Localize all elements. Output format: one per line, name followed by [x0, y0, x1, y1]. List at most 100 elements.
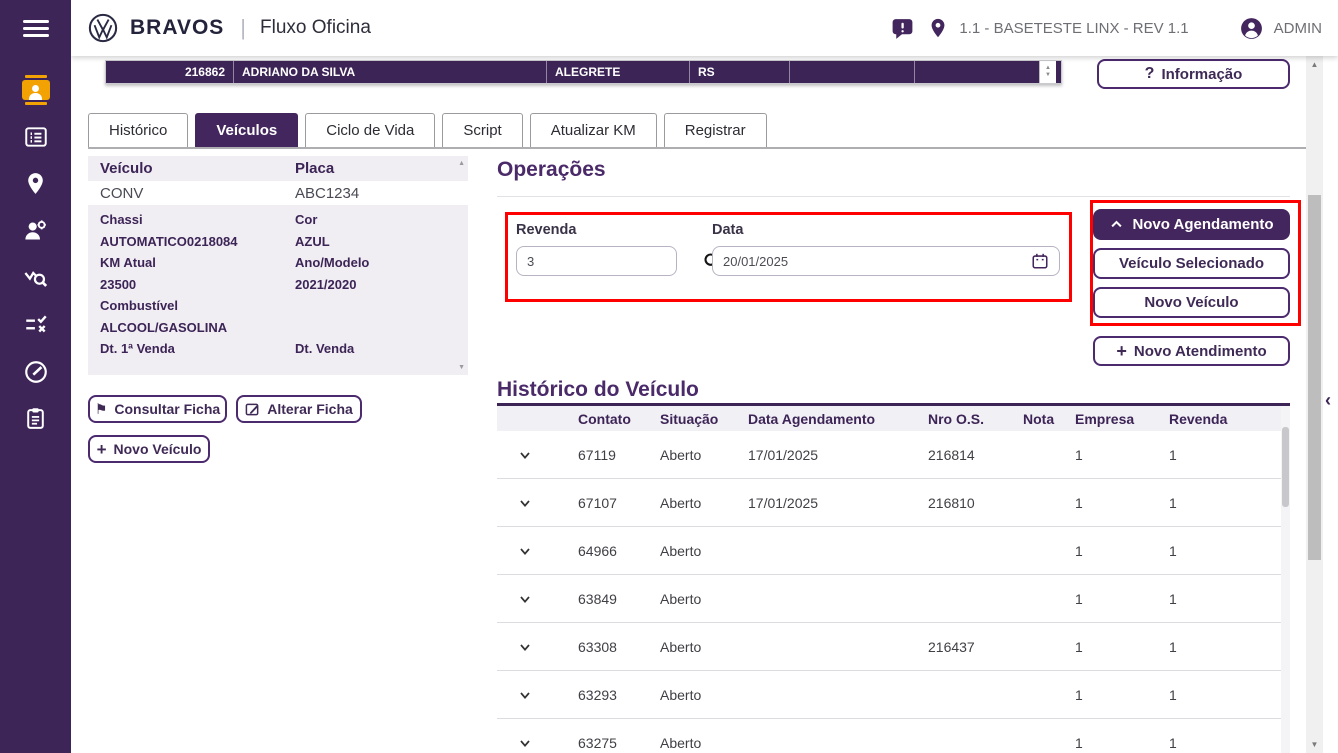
- tab-registrar[interactable]: Registrar: [663, 113, 767, 147]
- tab-bar: Histórico Veículos Ciclo de Vida Script …: [88, 113, 767, 147]
- user-menu[interactable]: ADMIN: [1239, 16, 1322, 41]
- page-scrollbar[interactable]: ▲ ▼: [1306, 56, 1323, 753]
- user-icon: [1240, 17, 1262, 39]
- chevron-down-icon: [520, 643, 530, 651]
- location-selector[interactable]: 1.1 - BASETESTE LINX - REV 1.1: [927, 17, 1189, 39]
- expand-row-button[interactable]: [497, 687, 578, 703]
- customer-empty-1: [789, 61, 914, 83]
- menu-button[interactable]: [0, 0, 71, 56]
- sidebar-item-tasks[interactable]: [0, 301, 71, 348]
- expand-row-button[interactable]: [497, 735, 578, 751]
- app-brand: BRAVOS: [130, 16, 225, 39]
- placa-col-header: Placa: [295, 160, 335, 177]
- record-spinner[interactable]: ▲ ▼: [1039, 61, 1056, 83]
- tab-underline: [88, 147, 1312, 149]
- calendar-icon[interactable]: [1031, 252, 1049, 270]
- tab-ciclo-de-vida[interactable]: Ciclo de Vida: [305, 113, 436, 147]
- spinner-up-icon: ▲: [1045, 65, 1051, 71]
- data-input[interactable]: [723, 253, 1031, 269]
- history-row[interactable]: 63275 Aberto 1 1: [497, 719, 1290, 753]
- user-name: ADMIN: [1273, 19, 1322, 37]
- history-row[interactable]: 64966 Aberto 1 1: [497, 527, 1290, 575]
- gauge-icon: [24, 360, 47, 383]
- col-revenda: Revenda: [1169, 410, 1228, 427]
- sidebar-item-dashboard[interactable]: [0, 348, 71, 395]
- novo-veiculo-left-button[interactable]: + Novo Veículo: [88, 435, 210, 463]
- customer-city: ALEGRETE: [546, 61, 689, 83]
- chevron-down-icon: [520, 691, 530, 699]
- history-header-row: Contato Situação Data Agendamento Nro O.…: [497, 406, 1290, 431]
- chevron-down-icon: [520, 739, 530, 747]
- revenda-field: [516, 246, 720, 276]
- revenda-input[interactable]: [527, 253, 703, 269]
- chart-search-icon: [24, 271, 48, 287]
- expand-row-button[interactable]: [497, 639, 578, 655]
- flag-icon: ⚑: [94, 401, 108, 417]
- expand-row-button[interactable]: [497, 543, 578, 559]
- tab-atualizar-km[interactable]: Atualizar KM: [529, 113, 657, 147]
- col-situacao: Situação: [660, 410, 719, 427]
- novo-veiculo-right-button[interactable]: Novo Veículo: [1093, 287, 1290, 318]
- expand-row-button[interactable]: [497, 447, 578, 463]
- customer-state: RS: [689, 61, 789, 83]
- sidebar-item-worker[interactable]: [0, 207, 71, 254]
- vehicle-field-row: AUTOMATICO0218084 AZUL: [100, 233, 330, 249]
- table-scrollbar-thumb[interactable]: [1282, 427, 1289, 507]
- operations-title: Operações: [497, 158, 606, 181]
- novo-agendamento-button[interactable]: Novo Agendamento: [1093, 209, 1290, 240]
- sidebar-item-analytics[interactable]: [0, 254, 71, 301]
- history-row[interactable]: 63849 Aberto 1 1: [497, 575, 1290, 623]
- tab-script[interactable]: Script: [442, 113, 523, 147]
- contact-card-icon: [21, 74, 50, 105]
- vehicle-field-row: ALCOOL/GASOLINA: [100, 319, 228, 335]
- novo-atendimento-button[interactable]: + Novo Atendimento: [1093, 336, 1290, 366]
- chevron-up-icon: [1111, 220, 1123, 228]
- customer-code: 216862: [184, 65, 225, 79]
- customer-name: ADRIANO DA SILVA: [233, 61, 546, 83]
- tab-historico[interactable]: Histórico: [88, 113, 189, 147]
- customer-record-bar[interactable]: 216862 ADRIANO DA SILVA ALEGRETE RS ▲ ▼: [105, 60, 1062, 84]
- collapse-panel-icon[interactable]: ‹: [1325, 390, 1331, 411]
- chevron-down-icon: [520, 595, 530, 603]
- sidebar: [0, 0, 71, 753]
- sidebar-item-list[interactable]: [0, 113, 71, 160]
- customer-empty-2: [914, 61, 1039, 83]
- panel-scroll-up-icon[interactable]: ▲: [458, 160, 465, 167]
- expand-row-button[interactable]: [497, 591, 578, 607]
- list-icon: [24, 126, 47, 147]
- clipboard-icon: [27, 408, 44, 429]
- chevron-down-icon: [520, 499, 530, 507]
- informacao-button[interactable]: ? Informação: [1097, 59, 1290, 89]
- panel-scroll-down-icon[interactable]: ▼: [458, 364, 465, 371]
- col-nota: Nota: [1023, 410, 1055, 427]
- chat-alert-icon: [893, 18, 913, 39]
- col-contato: Contato: [578, 410, 631, 427]
- sidebar-item-clipboard[interactable]: [0, 395, 71, 442]
- expand-row-button[interactable]: [497, 495, 578, 511]
- vehicle-history-table: Contato Situação Data Agendamento Nro O.…: [497, 403, 1290, 753]
- sidebar-item-contact-card[interactable]: [0, 66, 71, 113]
- history-row[interactable]: 67119 Aberto 17/01/2025 216814 1 1: [497, 431, 1290, 479]
- edit-icon: [245, 403, 259, 415]
- veiculo-selecionado-button[interactable]: Veículo Selecionado: [1093, 248, 1290, 279]
- placa-value: ABC1234: [295, 184, 360, 202]
- history-row[interactable]: 63308 Aberto 216437 1 1: [497, 623, 1290, 671]
- vehicle-selected-row[interactable]: CONV ABC1234: [88, 181, 468, 205]
- sidebar-item-location[interactable]: [0, 160, 71, 207]
- table-scrollbar[interactable]: [1281, 406, 1290, 753]
- history-row[interactable]: 63293 Aberto 1 1: [497, 671, 1290, 719]
- history-row[interactable]: 67107 Aberto 17/01/2025 216810 1 1: [497, 479, 1290, 527]
- module-title: Fluxo Oficina: [260, 17, 371, 38]
- consultar-ficha-button[interactable]: ⚑ Consultar Ficha: [88, 395, 227, 423]
- vehicle-col-header: Veículo: [100, 160, 153, 177]
- scroll-down-icon[interactable]: ▼: [1306, 740, 1323, 749]
- vehicle-value: CONV: [100, 184, 144, 202]
- page-scrollbar-thumb[interactable]: [1308, 195, 1321, 560]
- tab-veiculos[interactable]: Veículos: [195, 113, 299, 147]
- vehicle-field-row: Chassi Cor: [100, 212, 318, 228]
- plus-icon: +: [1116, 341, 1127, 361]
- alterar-ficha-button[interactable]: Alterar Ficha: [236, 395, 362, 423]
- notification-button[interactable]: [890, 16, 915, 41]
- scroll-up-icon[interactable]: ▲: [1306, 60, 1323, 69]
- history-title: Histórico do Veículo: [497, 378, 699, 401]
